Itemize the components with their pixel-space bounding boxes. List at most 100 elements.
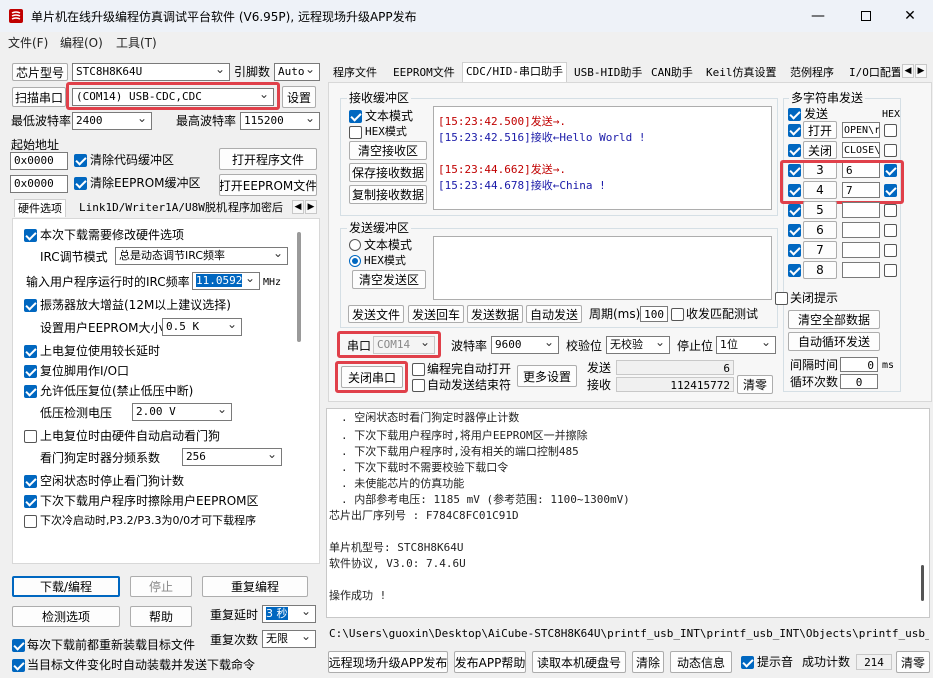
close-string-input[interactable]: CLOSE\ (842, 142, 880, 158)
auto-load-on-change-checkbox[interactable] (12, 659, 25, 672)
row-3-send-button[interactable]: 3 (803, 161, 837, 179)
low-voltage-reset-checkbox[interactable] (24, 385, 37, 398)
publish-help-button[interactable]: 发布APP帮助 (454, 651, 526, 673)
stop-button[interactable]: 停止 (130, 576, 192, 597)
clear-code-buffer-checkbox[interactable] (74, 154, 87, 167)
row-5-send-button[interactable]: 5 (803, 201, 837, 219)
modify-hw-options-checkbox[interactable] (24, 229, 37, 242)
help-button[interactable]: 帮助 (130, 606, 192, 627)
multi-open-button[interactable]: 打开 (803, 121, 837, 139)
send-enter-button[interactable]: 发送回车 (408, 305, 464, 323)
row-7-checkbox[interactable] (788, 244, 801, 257)
row-6-checkbox[interactable] (788, 224, 801, 237)
row-3-hex-checkbox[interactable] (884, 164, 897, 177)
open-string-input[interactable]: OPEN\r (842, 122, 880, 138)
stop-bits-select[interactable]: 1位 (716, 336, 776, 354)
clear-eeprom-buffer-checkbox[interactable] (74, 177, 87, 190)
long-reset-delay-checkbox[interactable] (24, 345, 37, 358)
period-input[interactable]: 100 (640, 306, 668, 322)
tab-program-file[interactable]: 程序文件 (330, 64, 380, 82)
close-hint-checkbox[interactable] (775, 292, 788, 305)
reload-before-download-checkbox[interactable] (12, 639, 25, 652)
match-test-checkbox[interactable] (671, 308, 684, 321)
multi-close-button[interactable]: 关闭 (803, 141, 837, 159)
min-baud-select[interactable]: 2400 (72, 112, 152, 130)
scan-port-button[interactable]: 扫描串口 (12, 87, 66, 107)
tab-io-config[interactable]: I/O口配置 (846, 64, 900, 82)
right-tab-scroll-right-button[interactable]: ▶ (915, 64, 927, 78)
row-4-input[interactable]: 7 (842, 182, 880, 198)
publish-app-button[interactable]: 远程现场升级APP发布 (328, 651, 448, 673)
copy-rx-button[interactable]: 复制接收数据 (349, 185, 427, 204)
tab-scroll-right-button[interactable]: ▶ (305, 200, 317, 214)
row-5-checkbox[interactable] (788, 204, 801, 217)
close-row-checkbox[interactable] (788, 144, 801, 157)
check-options-button[interactable]: 检测选项 (12, 606, 120, 627)
idle-stop-wdt-checkbox[interactable] (24, 475, 37, 488)
row-8-send-button[interactable]: 8 (803, 261, 837, 279)
tab-link1d-offline[interactable]: Link1D/Writer1A/U8W脱机 (76, 199, 230, 217)
open-row-hex-checkbox[interactable] (884, 124, 897, 137)
tab-hardware-options[interactable]: 硬件选项 (14, 199, 66, 217)
row-5-hex-checkbox[interactable] (884, 204, 897, 217)
menu-file[interactable]: 文件(F) (8, 34, 48, 51)
row-7-input[interactable] (842, 242, 880, 258)
port-select[interactable]: (COM14) USB-CDC,CDC (72, 88, 274, 106)
reset-success-button[interactable]: 清零 (896, 651, 930, 673)
row-3-checkbox[interactable] (788, 164, 801, 177)
pin-count-select[interactable]: Auto (274, 63, 320, 81)
auto-open-checkbox[interactable] (412, 363, 425, 376)
rx-text-mode-checkbox[interactable] (349, 110, 362, 123)
tx-text-mode-radio[interactable] (349, 239, 361, 251)
row-8-hex-checkbox[interactable] (884, 264, 897, 277)
auto-send-button[interactable]: 自动发送 (526, 305, 582, 323)
close-serial-button[interactable]: 关闭串口 (341, 366, 403, 388)
interval-input[interactable]: 0 (840, 357, 878, 372)
close-row-hex-checkbox[interactable] (884, 144, 897, 157)
tab-cdc-hid-serial[interactable]: CDC/HID-串口助手 (462, 62, 567, 82)
row-8-input[interactable] (842, 262, 880, 278)
wdt-divider-select[interactable]: 256 (182, 448, 282, 466)
eeprom-start-address-input[interactable]: 0x0000 (10, 175, 68, 193)
clear-counters-button[interactable]: 清零 (737, 375, 773, 394)
send-data-button[interactable]: 发送数据 (467, 305, 523, 323)
auto-end-checkbox[interactable] (412, 379, 425, 392)
clear-rx-button[interactable]: 清空接收区 (349, 141, 427, 160)
row-6-hex-checkbox[interactable] (884, 224, 897, 237)
erase-eeprom-checkbox[interactable] (24, 495, 37, 508)
tx-input-area[interactable] (433, 236, 772, 300)
row-4-checkbox[interactable] (788, 184, 801, 197)
tab-scroll-left-button[interactable]: ◀ (292, 200, 304, 214)
maximize-button[interactable] (843, 0, 889, 32)
tab-keil-settings[interactable]: Keil仿真设置 (703, 64, 780, 82)
minimize-button[interactable]: — (795, 0, 841, 32)
close-window-button[interactable]: ✕ (887, 0, 933, 32)
port-settings-button[interactable]: 设置 (282, 86, 316, 108)
read-disk-id-button[interactable]: 读取本机硬盘号 (532, 651, 626, 673)
open-program-file-button[interactable]: 打开程序文件 (219, 148, 317, 170)
loop-count-input[interactable]: 0 (840, 374, 878, 389)
log-scrollbar[interactable] (921, 565, 924, 601)
more-settings-button[interactable]: 更多设置 (517, 365, 577, 387)
chip-type-select[interactable]: STC8H8K64U (72, 63, 230, 81)
clear-log-button[interactable]: 清除 (632, 651, 664, 673)
right-tab-scroll-left-button[interactable]: ◀ (902, 64, 914, 78)
save-rx-button[interactable]: 保存接收数据 (349, 163, 427, 182)
irc-mode-select[interactable]: 总是动态调节IRC频率 (115, 247, 288, 265)
tab-program-encryption[interactable]: 程序加密后 (225, 199, 286, 217)
open-row-checkbox[interactable] (788, 124, 801, 137)
menu-program[interactable]: 编程(O) (60, 34, 103, 51)
tab-example-programs[interactable]: 范例程序 (787, 64, 837, 82)
clear-all-data-button[interactable]: 清空全部数据 (788, 310, 880, 329)
cold-start-p32-checkbox[interactable] (24, 515, 37, 528)
row-6-send-button[interactable]: 6 (803, 221, 837, 239)
lvd-voltage-select[interactable]: 2.00 V (132, 403, 232, 421)
code-start-address-input[interactable]: 0x0000 (10, 152, 68, 170)
auto-loop-send-button[interactable]: 自动循环发送 (788, 332, 880, 351)
download-program-button[interactable]: 下载/编程 (12, 576, 120, 597)
eeprom-size-select[interactable]: 0.5 K (162, 318, 242, 336)
open-eeprom-file-button[interactable]: 打开EEPROM文件 (219, 174, 317, 196)
repeat-delay-select[interactable]: 3 秒 (262, 605, 316, 623)
baud-rate-select[interactable]: 9600 (491, 336, 559, 354)
send-file-button[interactable]: 发送文件 (348, 305, 404, 323)
